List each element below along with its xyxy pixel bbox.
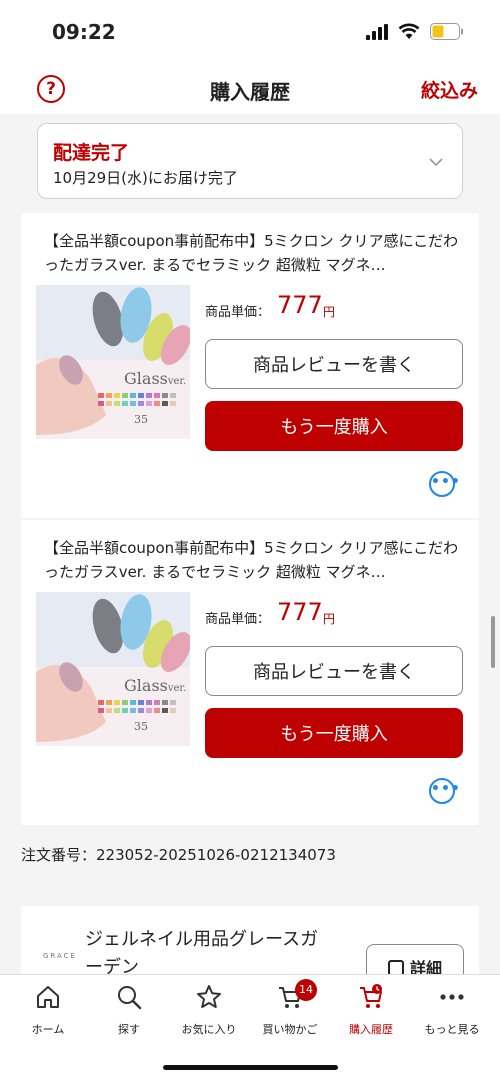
tab-favorites-label: お気に入り bbox=[181, 1023, 237, 1036]
price-currency: 円 bbox=[323, 305, 336, 319]
thumb-brand-text: Glassver. bbox=[124, 369, 186, 388]
thumb-brand-suffix: ver. bbox=[167, 683, 187, 694]
order-item-card: 【全品半額coupon事前配布中】5ミクロン クリア感にこだわったガラスver.… bbox=[21, 213, 479, 518]
thumb-count: 35 bbox=[134, 720, 148, 733]
buy-again-button[interactable]: もう一度購入 bbox=[205, 401, 463, 451]
cart-history-icon bbox=[360, 984, 382, 1008]
tab-purchase-history[interactable]: 購入履歴 bbox=[329, 983, 413, 1043]
unit-price-value: 777 bbox=[277, 291, 323, 319]
item-name[interactable]: 【全品半額coupon事前配布中】5ミクロン クリア感にこだわったガラスver.… bbox=[44, 536, 464, 584]
status-bar: 09:22 bbox=[0, 0, 500, 64]
price-currency: 円 bbox=[323, 612, 336, 626]
delivery-status-detail: 10月29日(水)にお届け完了 bbox=[53, 169, 238, 187]
nail-product-image bbox=[36, 592, 190, 746]
more-options-icon[interactable]: ••• bbox=[429, 471, 460, 497]
thumb-brand-suffix: ver. bbox=[167, 376, 187, 387]
home-indicator[interactable] bbox=[163, 1065, 338, 1070]
status-time: 09:22 bbox=[52, 20, 116, 44]
delivery-status-card[interactable]: 配達完了 10月29日(水)にお届け完了 bbox=[37, 123, 463, 199]
thumb-brand-text: Glassver. bbox=[124, 676, 186, 695]
unit-price-value: 777 bbox=[277, 598, 323, 626]
app-header: ? 購入履歴 絞込み bbox=[0, 64, 500, 114]
tab-home[interactable]: ホーム bbox=[6, 983, 90, 1043]
nail-product-image bbox=[36, 285, 190, 439]
scroll-indicator[interactable] bbox=[491, 616, 495, 668]
star-icon bbox=[197, 985, 221, 1008]
cellular-signal-icon bbox=[366, 24, 388, 40]
tab-cart[interactable]: 14 買い物かご bbox=[248, 979, 332, 1043]
tab-cart-label: 買い物かご bbox=[262, 1023, 318, 1036]
tab-favorites[interactable]: お気に入り bbox=[167, 983, 251, 1043]
cart-count-badge: 14 bbox=[295, 979, 317, 1001]
order-content[interactable]: 配達完了 10月29日(水)にお届け完了 【全品半額coupon事前配布中】5ミ… bbox=[0, 114, 500, 974]
chevron-down-icon[interactable] bbox=[428, 154, 444, 170]
delivery-status-title: 配達完了 bbox=[53, 142, 130, 164]
tab-search[interactable]: 探す bbox=[87, 983, 171, 1043]
wifi-icon bbox=[398, 23, 420, 39]
shop-name[interactable]: ジェルネイル用品グレースガーデン bbox=[85, 926, 325, 974]
more-options-icon[interactable]: ••• bbox=[429, 778, 460, 804]
thumb-brand-label: Glass bbox=[124, 369, 168, 388]
order-number: 注文番号：223052-20251026-0212134073 bbox=[21, 846, 336, 864]
shop-detail-label: 詳細 bbox=[409, 959, 442, 974]
tab-purchase-history-label: 購入履歴 bbox=[349, 1023, 393, 1036]
tab-more-label: もっと見る bbox=[424, 1023, 480, 1036]
product-thumbnail[interactable]: Glassver. 35 bbox=[36, 592, 190, 746]
shop-detail-button[interactable]: 詳細 bbox=[366, 944, 464, 974]
thumb-brand-label: Glass bbox=[124, 676, 168, 695]
search-icon bbox=[118, 986, 142, 1010]
product-thumbnail[interactable]: Glassver. 35 bbox=[36, 285, 190, 439]
tab-search-label: 探す bbox=[118, 1023, 140, 1036]
home-icon bbox=[37, 986, 59, 1008]
thumb-count: 35 bbox=[134, 413, 148, 426]
filter-button[interactable]: 絞込み bbox=[421, 76, 478, 103]
buy-again-button[interactable]: もう一度購入 bbox=[205, 708, 463, 758]
shop-card[interactable]: GRACE ジェルネイル用品グレースガーデン 詳細 bbox=[21, 906, 479, 974]
battery-icon bbox=[430, 23, 463, 40]
more-dots-icon bbox=[440, 994, 464, 1000]
unit-price-label: 商品単価： bbox=[205, 612, 271, 627]
order-item-card: 【全品半額coupon事前配布中】5ミクロン クリア感にこだわったガラスver.… bbox=[21, 520, 479, 825]
list-icon bbox=[387, 960, 404, 974]
tab-home-label: ホーム bbox=[31, 1023, 65, 1036]
unit-price-label: 商品単価： bbox=[205, 305, 271, 320]
write-review-button[interactable]: 商品レビューを書く bbox=[205, 339, 463, 389]
item-name[interactable]: 【全品半額coupon事前配布中】5ミクロン クリア感にこだわったガラスver.… bbox=[44, 229, 464, 277]
shop-logo: GRACE bbox=[43, 952, 77, 960]
tab-more[interactable]: もっと見る bbox=[410, 983, 494, 1043]
write-review-button[interactable]: 商品レビューを書く bbox=[205, 646, 463, 696]
